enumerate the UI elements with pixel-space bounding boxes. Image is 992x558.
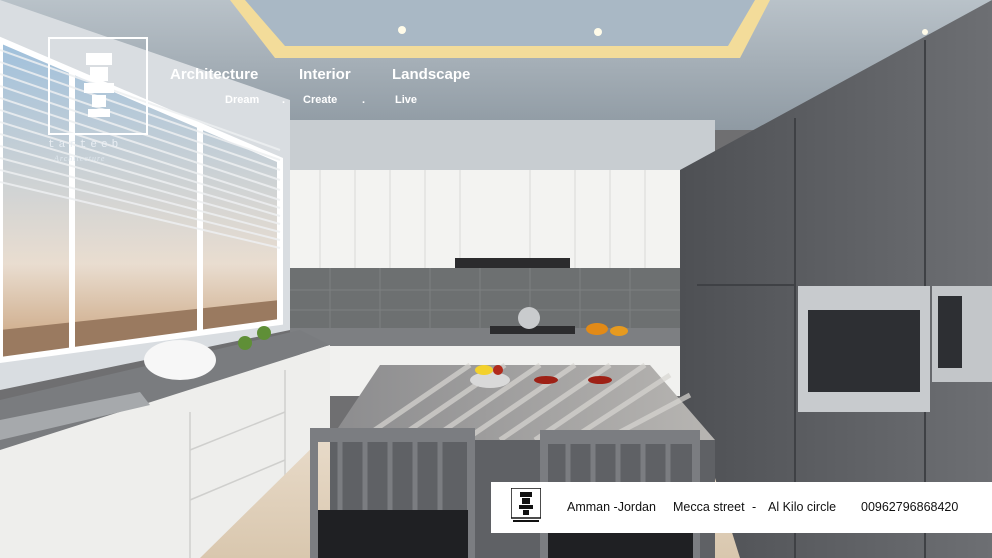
tagline-dot-2: . (362, 94, 366, 106)
logo-mark-icon (84, 53, 114, 117)
brand-logo[interactable] (48, 37, 148, 135)
contact-city: Amman -Jordan (567, 500, 656, 514)
brand-name: tarteeb (48, 139, 123, 151)
contact-logo-icon (511, 488, 541, 522)
contact-bar: Amman -Jordan Mecca street - Al Kilo cir… (491, 482, 992, 533)
nav-interior[interactable]: Interior (299, 66, 351, 83)
nav-landscape[interactable]: Landscape (392, 66, 470, 83)
contact-street: Mecca street (673, 500, 745, 514)
tagline-dot-1: . (282, 94, 286, 106)
brand-subtitle: Architecture (54, 154, 106, 163)
nav-architecture[interactable]: Architecture (170, 66, 258, 83)
kitchen-render-image (0, 0, 992, 558)
tagline-live: Live (395, 94, 418, 106)
contact-separator: - (752, 500, 757, 514)
contact-phone[interactable]: 00962796868420 (861, 500, 958, 514)
tagline-create: Create (303, 94, 338, 106)
contact-landmark: Al Kilo circle (768, 500, 837, 514)
tagline-dream: Dream (225, 94, 260, 106)
